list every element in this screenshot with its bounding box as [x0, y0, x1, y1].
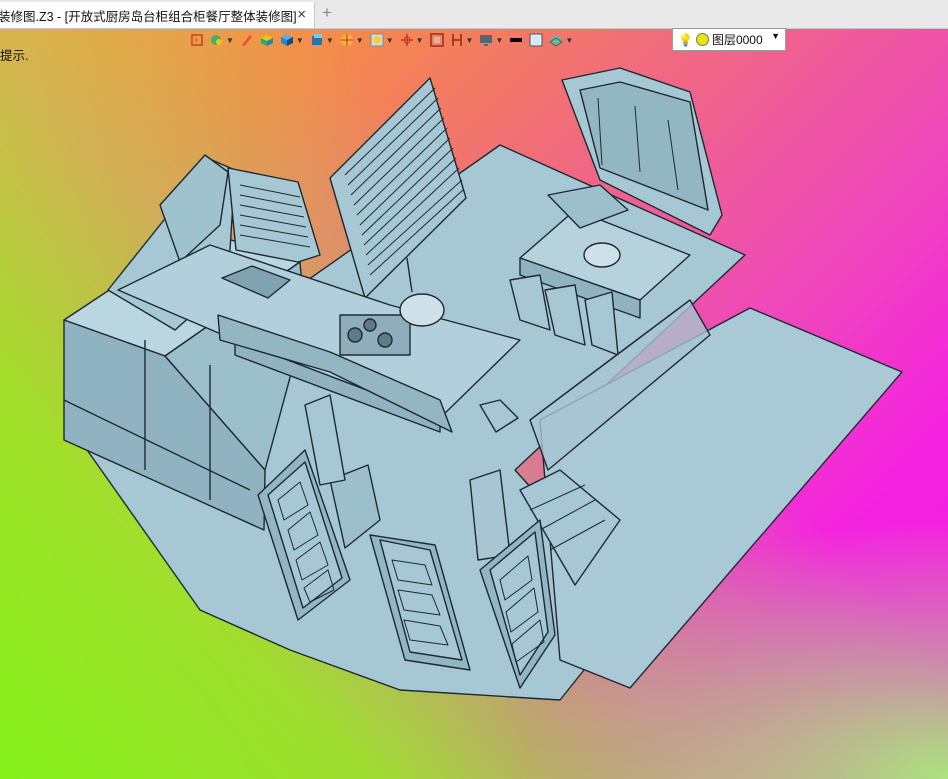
- layer-name: 图层0000: [711, 33, 763, 47]
- display-icon[interactable]: ▼: [479, 33, 503, 47]
- tab-title: 装修图.Z3 - [开放式厨房岛台柜组合柜餐厅整体装修图]: [0, 9, 297, 24]
- chevron-down-icon[interactable]: ▼: [771, 31, 780, 41]
- close-icon[interactable]: ×: [297, 6, 306, 23]
- cube-icon[interactable]: ▼: [280, 33, 304, 47]
- chevron-down-icon[interactable]: ▼: [356, 36, 364, 45]
- chevron-down-icon[interactable]: ▼: [226, 36, 234, 45]
- command-prompt-text: 提示.: [0, 49, 29, 63]
- layer-dropdown[interactable]: 💡 图层0000 ▼: [672, 28, 786, 51]
- bulb-icon[interactable]: 💡: [678, 33, 693, 47]
- pendant-lamp: [399, 293, 445, 327]
- kitchen-3d-model[interactable]: [0, 0, 948, 779]
- chevron-down-icon[interactable]: ▼: [495, 36, 503, 45]
- view-toolbar: ▼ ▼ ▼ ▼ ▼ ▼ ▼ ▼ ▼: [190, 29, 579, 51]
- layer-fill-icon[interactable]: ▼: [549, 33, 573, 47]
- chevron-down-icon[interactable]: ▼: [296, 36, 304, 45]
- chevron-down-icon[interactable]: ▼: [466, 36, 474, 45]
- frame-icon[interactable]: [429, 33, 444, 47]
- table-decor: [583, 242, 621, 268]
- document-tab-bar: 装修图.Z3 - [开放式厨房岛台柜组合柜餐厅整体装修图] × +: [0, 0, 948, 29]
- brush-icon[interactable]: [240, 33, 254, 47]
- chevron-down-icon[interactable]: ▼: [416, 36, 424, 45]
- chevron-down-icon[interactable]: ▼: [386, 36, 394, 45]
- new-tab-icon[interactable]: +: [322, 3, 332, 23]
- import-icon[interactable]: [190, 33, 204, 47]
- chevron-down-icon[interactable]: ▼: [326, 36, 334, 45]
- box-icon[interactable]: [260, 33, 274, 47]
- shaded-cube-icon[interactable]: ▼: [310, 33, 334, 47]
- material-icon[interactable]: ▼: [370, 33, 394, 47]
- line-color-icon[interactable]: [509, 33, 523, 47]
- tab-active-document[interactable]: 装修图.Z3 - [开放式厨房岛台柜组合柜餐厅整体装修图] ×: [0, 2, 315, 28]
- paint-icon[interactable]: ▼: [210, 33, 234, 47]
- section-icon[interactable]: ▼: [450, 33, 474, 47]
- layer-color-icon: [695, 33, 709, 46]
- snap-icon[interactable]: ▼: [400, 33, 424, 47]
- render-icon[interactable]: ▼: [340, 33, 364, 47]
- fill-color-icon[interactable]: [529, 33, 543, 47]
- chevron-down-icon[interactable]: ▼: [565, 36, 573, 45]
